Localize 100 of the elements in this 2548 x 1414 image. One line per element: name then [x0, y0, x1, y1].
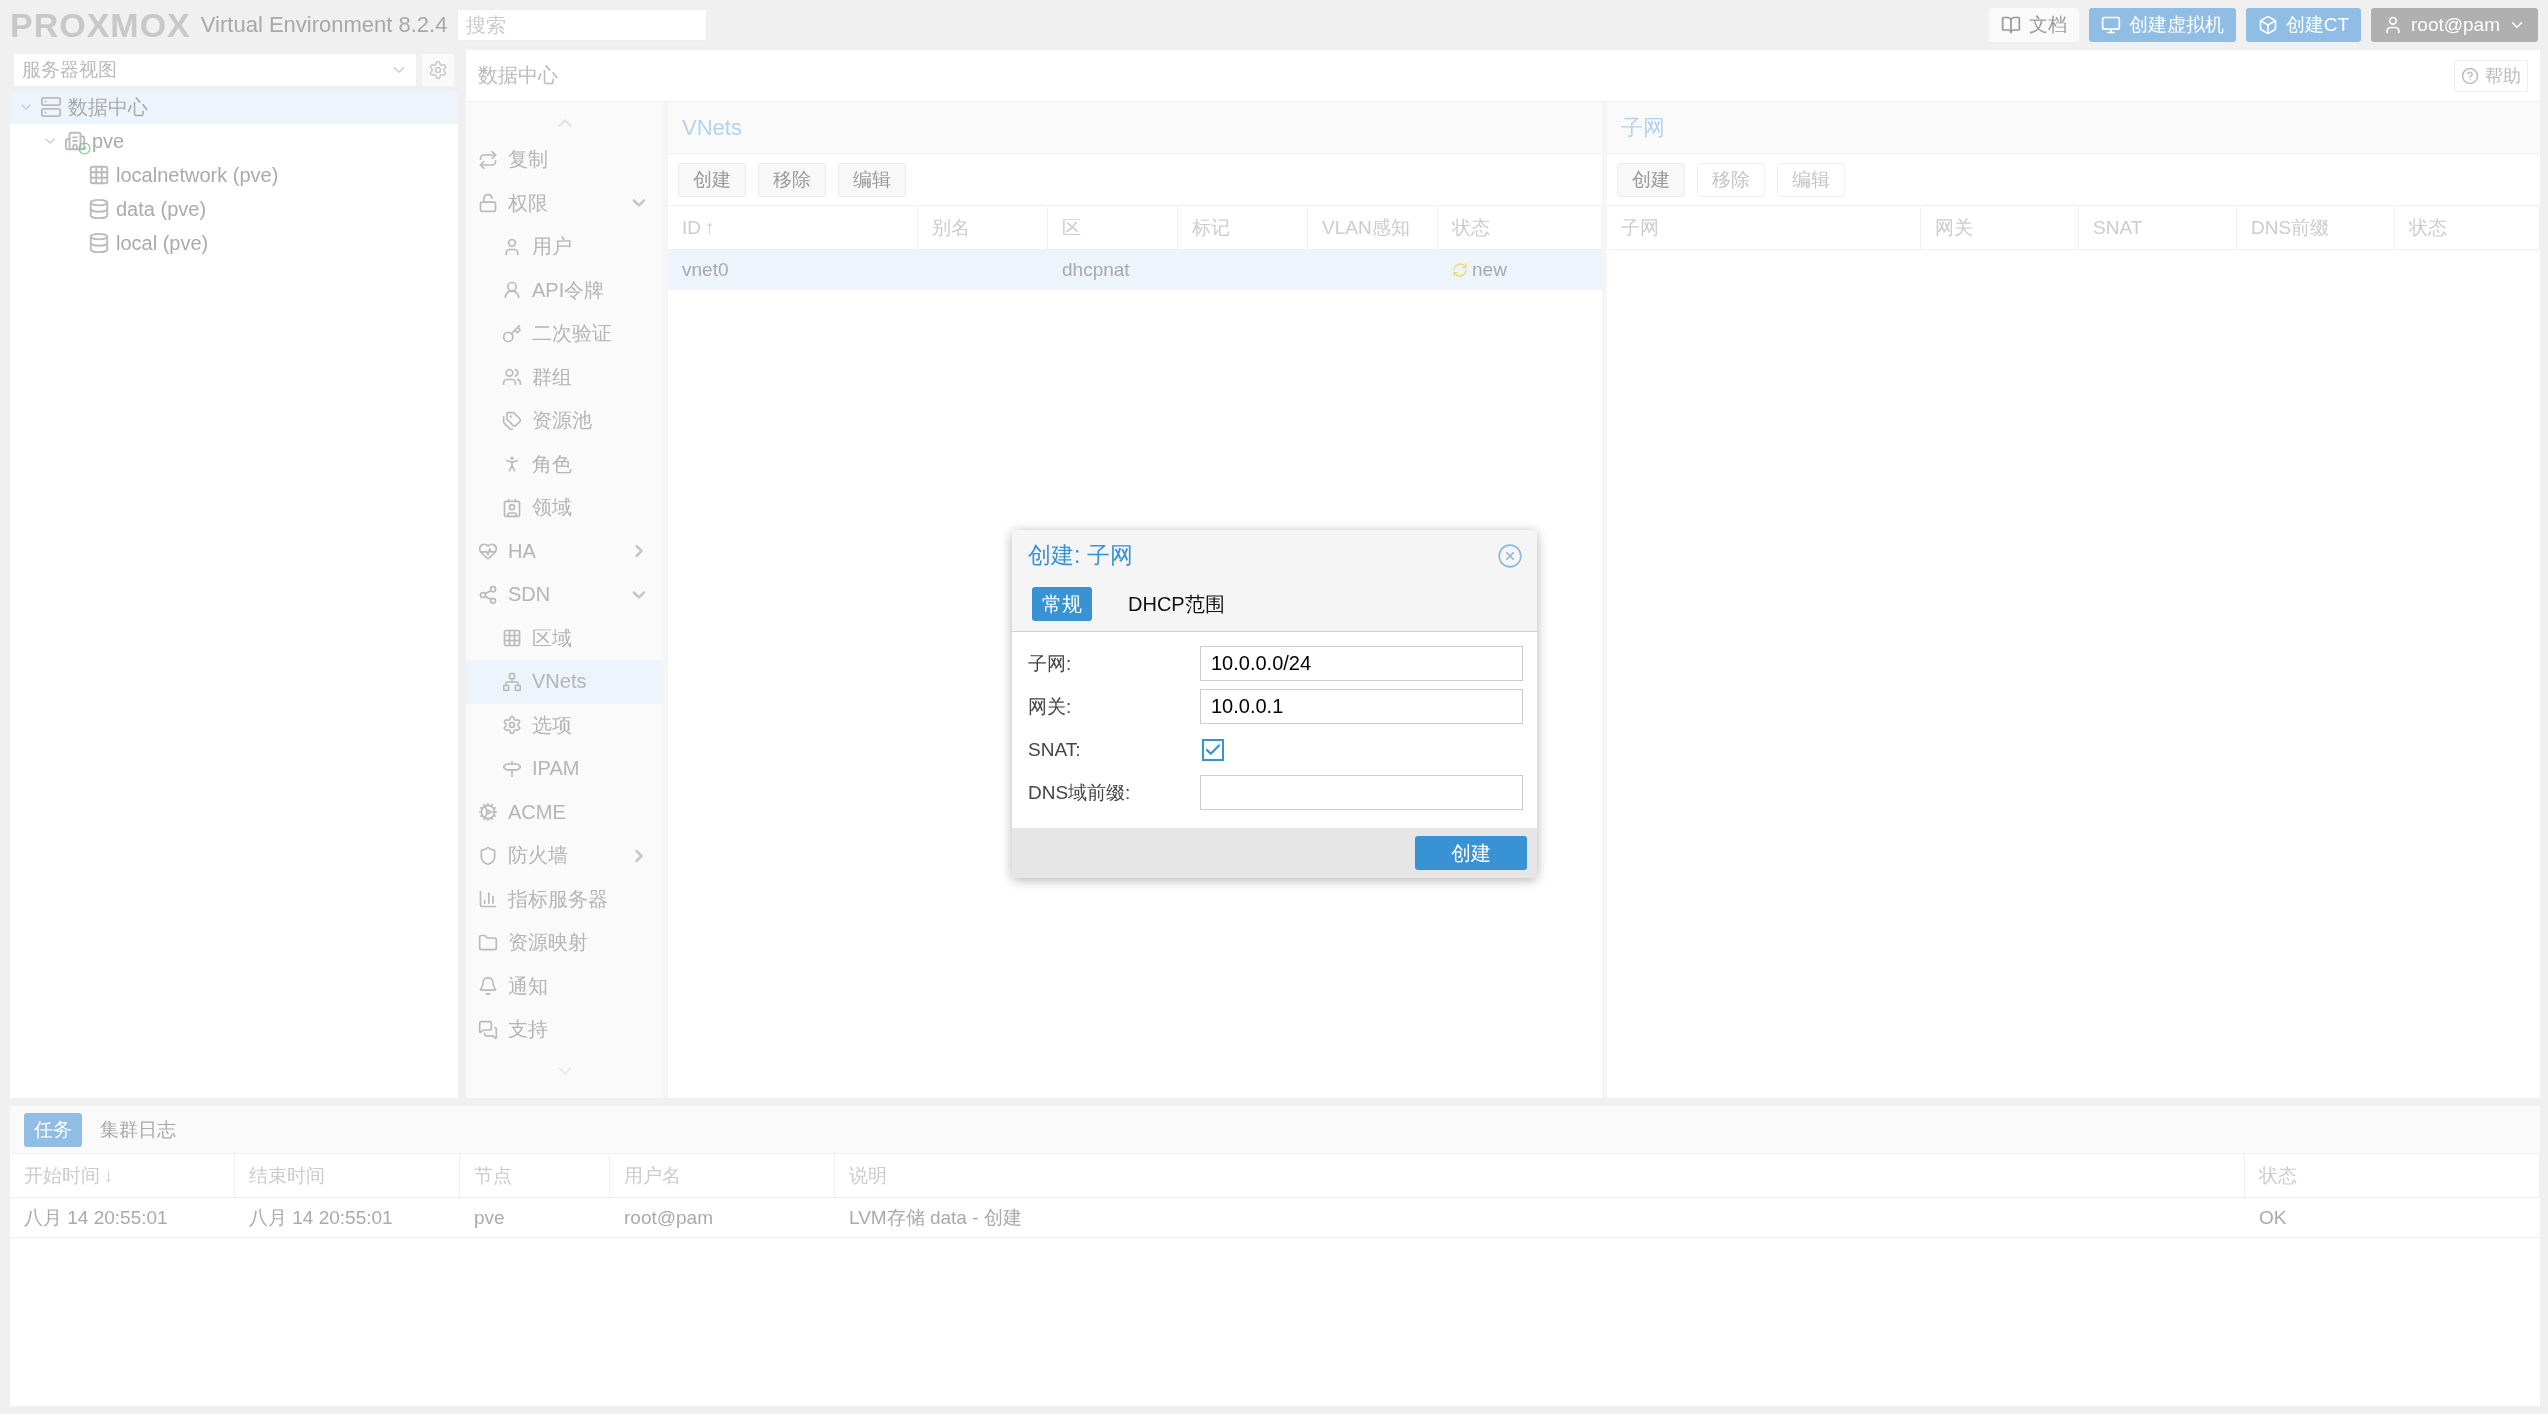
menu-item[interactable]: 角色	[466, 442, 663, 486]
input-field[interactable]: 10.0.0.1	[1200, 689, 1523, 724]
toolbar-button[interactable]: 文档	[1988, 8, 2079, 42]
shield-icon	[478, 845, 498, 866]
menu-item[interactable]: 资源映射	[466, 921, 663, 965]
menu-item[interactable]: API令牌	[466, 268, 663, 312]
menu-label: VNets	[532, 670, 588, 694]
menu-item[interactable]: 二次验证	[466, 312, 663, 356]
tree-item[interactable]: local (pve)	[10, 226, 458, 260]
bar-chart-icon	[478, 889, 498, 910]
menu-label: 资源映射	[508, 930, 589, 956]
chat-icon	[478, 1019, 498, 1040]
bell-icon	[478, 976, 498, 997]
table-cell: 八月 14 20:55:01	[235, 1198, 460, 1238]
tree-item[interactable]: 数据中心	[10, 90, 458, 124]
table-cell: OK	[2245, 1198, 2540, 1238]
building-icon	[64, 130, 86, 152]
table-cell: pve	[460, 1198, 610, 1238]
table-cell: new	[1438, 250, 1602, 290]
menu-item[interactable]: 选项	[466, 703, 663, 747]
signpost-icon	[502, 758, 522, 779]
grid-icon	[88, 164, 110, 186]
menu-item[interactable]: 区域	[466, 616, 663, 660]
input-field[interactable]	[1200, 775, 1523, 810]
contact-card-icon	[502, 497, 522, 518]
database-icon	[88, 198, 110, 220]
users-icon	[502, 367, 522, 388]
table-cell: 八月 14 20:55:01	[10, 1198, 235, 1238]
menu-item[interactable]: 领域	[466, 486, 663, 530]
field-label: 网关:	[1028, 694, 1073, 719]
menu-label: 支持	[508, 1017, 549, 1043]
tree-label: localnetwork (pve)	[116, 163, 279, 187]
menu-item[interactable]: 资源池	[466, 399, 663, 443]
menu-label: 区域	[532, 625, 573, 651]
settings-button[interactable]	[422, 54, 454, 86]
menu-item[interactable]: 群组	[466, 355, 663, 399]
toolbar-button[interactable]: root@pam	[2371, 8, 2538, 42]
panel-title: 子网	[1607, 102, 2540, 154]
table-cell: dhcpnat	[1048, 250, 1178, 290]
menu-label: 通知	[508, 973, 549, 999]
key-icon	[502, 323, 522, 344]
nodes-icon	[478, 584, 498, 605]
field-label: 子网:	[1028, 651, 1073, 676]
settings-icon	[428, 60, 448, 80]
menu-item[interactable]: 指标服务器	[466, 877, 663, 921]
menu-item[interactable]: 支持	[466, 1008, 663, 1052]
input-field[interactable]: 10.0.0.0/24	[1200, 646, 1523, 681]
menu-item[interactable]: 复制	[466, 138, 663, 182]
version-text: Virtual Environment 8.2.4	[200, 12, 448, 38]
grid-icon	[502, 628, 522, 649]
create-button[interactable]: 创建	[1415, 836, 1527, 870]
tab[interactable]: 常规	[1032, 587, 1092, 621]
toolbar-button[interactable]: 创建虚拟机	[2088, 8, 2236, 42]
tree-label: local (pve)	[116, 231, 209, 255]
menu-label: 复制	[508, 147, 549, 173]
menu-item[interactable]: 用户	[466, 225, 663, 269]
menu-label: ACME	[508, 800, 567, 824]
view-select[interactable]: 服务器视图	[14, 54, 416, 86]
sort-arrow: ↓	[104, 1164, 114, 1187]
toolbar-button[interactable]: 创建	[1617, 162, 1685, 197]
menu-item[interactable]: SDN	[466, 573, 663, 617]
menu-label: 角色	[532, 451, 573, 477]
toolbar-button[interactable]: 编辑	[838, 162, 906, 197]
toolbar-button[interactable]: 创建	[678, 162, 746, 197]
check-icon	[78, 142, 91, 155]
tab[interactable]: 任务	[24, 1112, 82, 1147]
dialog-title: 创建: 子网	[1028, 541, 1133, 570]
tree-item[interactable]: pve	[10, 124, 458, 158]
tree-item[interactable]: localnetwork (pve)	[10, 158, 458, 192]
menu-label: 指标服务器	[508, 886, 609, 912]
tags-icon	[502, 410, 522, 431]
menu-label: IPAM	[532, 757, 581, 781]
repeat-icon	[478, 149, 498, 170]
menu-label: SDN	[508, 583, 552, 607]
unlock-icon	[478, 193, 498, 214]
settings-icon	[502, 715, 522, 736]
tab[interactable]: 集群日志	[90, 1112, 186, 1147]
menu-item[interactable]: IPAM	[466, 747, 663, 791]
menu-item[interactable]: HA	[466, 529, 663, 573]
menu-item[interactable]: ACME	[466, 790, 663, 834]
tab[interactable]: DHCP范围	[1118, 587, 1235, 621]
heart-pulse-icon	[478, 541, 498, 562]
badge-icon	[478, 802, 498, 823]
menu-item[interactable]: 权限	[466, 181, 663, 225]
panel-title: VNets	[668, 102, 1602, 154]
user-outline-icon	[502, 280, 522, 301]
server-icon	[40, 96, 62, 118]
user-icon	[2383, 15, 2403, 35]
menu-item[interactable]: VNets	[466, 660, 663, 704]
checkbox[interactable]	[1202, 738, 1224, 761]
menu-label: API令牌	[532, 277, 606, 303]
toolbar-button[interactable]: 移除	[758, 162, 826, 197]
folder-icon	[478, 932, 498, 953]
close-icon[interactable]	[1497, 542, 1523, 569]
toolbar-button[interactable]: 创建CT	[2245, 8, 2361, 42]
menu-item[interactable]: 通知	[466, 964, 663, 1008]
help-button[interactable]: 帮助	[2454, 59, 2528, 92]
menu-item[interactable]: 防火墙	[466, 834, 663, 878]
tree-item[interactable]: data (pve)	[10, 192, 458, 226]
pending-icon	[1452, 262, 1468, 278]
